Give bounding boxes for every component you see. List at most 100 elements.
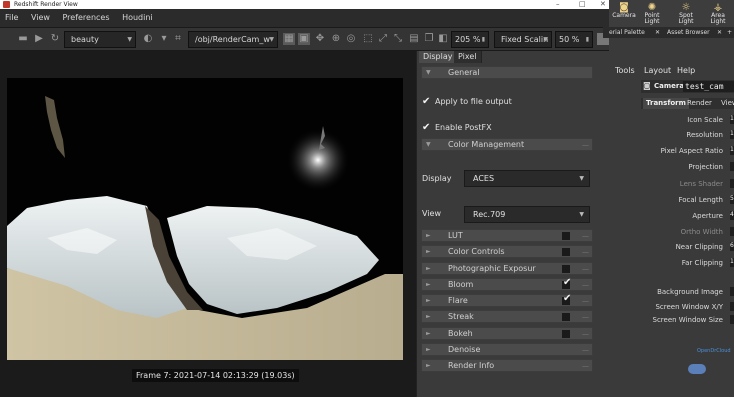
- shelf: ◙ Camera ✺ Point Light ☼ Spot Light ⚶ Area L…: [609, 0, 734, 27]
- param-value-field[interactable]: [730, 162, 734, 171]
- effect-checkbox[interactable]: [562, 313, 570, 321]
- play-icon[interactable]: ▶: [33, 33, 45, 45]
- frame-caption: Frame 7: 2021-07-14 02:13:29 (19.03s): [132, 369, 299, 382]
- param-value-field[interactable]: 5: [730, 195, 734, 204]
- effect-section-denoise[interactable]: ► Denoise —: [421, 343, 593, 356]
- menu-help[interactable]: Help: [677, 66, 695, 75]
- effect-section-streak[interactable]: ► Streak —: [421, 310, 593, 323]
- toolbar: ▬ ▶ ↻ beauty ▼ ◐ ▾ ⌗ /obj/RenderCam_w ▼ ▦ …: [0, 27, 610, 51]
- close-button[interactable]: ✕: [600, 0, 606, 9]
- param-value-field[interactable]: [730, 315, 734, 324]
- tab-display[interactable]: Display: [419, 51, 458, 63]
- menu-view[interactable]: View: [26, 9, 55, 27]
- enable-postfx-label: Enable PostFX: [435, 123, 492, 132]
- apply-file-output-checkbox[interactable]: ✔: [422, 97, 430, 107]
- target-icon[interactable]: ◎: [345, 33, 357, 45]
- compare-icon[interactable]: ◧: [437, 33, 449, 45]
- snapshot-icon[interactable]: ▬: [17, 33, 29, 45]
- move-icon[interactable]: ✥: [314, 33, 326, 45]
- tab-render[interactable]: Render: [687, 98, 712, 109]
- add-tab-icon[interactable]: +: [727, 27, 732, 38]
- tab-view[interactable]: View: [721, 98, 734, 109]
- effect-section-render-info[interactable]: ► Render Info —: [421, 359, 593, 372]
- param-value-field[interactable]: [730, 179, 734, 188]
- effect-checkbox[interactable]: [562, 330, 570, 338]
- scaling-mode-select[interactable]: Fixed Scalin ▼: [494, 31, 552, 48]
- chevron-down-icon: ▼: [579, 175, 584, 182]
- effect-section-photographic-exposur[interactable]: ► Photographic Exposur —: [421, 262, 593, 275]
- menu-layout[interactable]: Layout: [644, 66, 671, 75]
- scaling-percent-field[interactable]: 50 % ▮: [555, 31, 593, 48]
- view-select[interactable]: Rec.709 ▼: [464, 206, 590, 223]
- effect-section-bokeh[interactable]: ► Bokeh —: [421, 327, 593, 340]
- effect-label: Denoise: [448, 345, 481, 354]
- close-icon[interactable]: ✕: [717, 27, 722, 38]
- region-icon[interactable]: ▦: [283, 33, 295, 45]
- camera-path-select[interactable]: /obj/RenderCam_w ▼: [188, 31, 278, 48]
- param-value-field[interactable]: 4: [730, 211, 734, 220]
- channel-icon[interactable]: ◐: [142, 33, 154, 45]
- shelf-camera[interactable]: ◙ Camera: [609, 2, 639, 19]
- param-value-field[interactable]: 6: [730, 242, 734, 251]
- view-label: View: [422, 209, 441, 218]
- display-select[interactable]: ACES ▼: [464, 170, 590, 187]
- color-management-section[interactable]: ▼ Color Management —: [421, 138, 593, 151]
- param-value-field[interactable]: 1: [730, 130, 734, 139]
- expand-icon[interactable]: ⤡: [392, 33, 404, 45]
- spin-icon: ▮: [481, 36, 485, 43]
- scaling-mode-value: Fixed Scalin: [501, 35, 549, 44]
- dropdown-arrow-icon[interactable]: ▾: [158, 33, 170, 45]
- render-viewport[interactable]: Frame 7: 2021-07-14 02:13:29 (19.03s): [0, 51, 416, 397]
- title-bar: Redshift Render View – □ ✕: [0, 0, 610, 9]
- rendered-iceberg-image: [7, 78, 403, 360]
- general-section[interactable]: ▼ General: [421, 66, 593, 79]
- shelf-area-light-label: Area Light: [710, 12, 726, 25]
- shelf-spot-light[interactable]: ☼ Spot Light: [671, 2, 701, 25]
- maximize-button[interactable]: □: [579, 0, 586, 9]
- zoom-field[interactable]: 205 % ▮: [451, 31, 489, 48]
- fit-icon[interactable]: ⤢: [377, 33, 389, 45]
- chevron-down-icon: ▼: [543, 36, 548, 43]
- shelf-area-light[interactable]: ⚶ Area Light: [703, 2, 733, 25]
- aov-select[interactable]: beauty ▼: [64, 31, 136, 48]
- dotted-box-icon[interactable]: ⬚: [362, 33, 374, 45]
- lock-region-icon[interactable]: ▣: [298, 33, 310, 45]
- tab-transform[interactable]: Transform: [643, 98, 689, 109]
- window-title: Redshift Render View: [14, 1, 78, 8]
- param-value-field[interactable]: [730, 287, 734, 296]
- pick-icon[interactable]: ⊕: [330, 33, 342, 45]
- menu-preferences[interactable]: Preferences: [57, 9, 114, 27]
- effect-checkbox[interactable]: [562, 232, 570, 240]
- effect-section-bloom[interactable]: ► Bloom ✔ —: [421, 277, 593, 291]
- menu-tools[interactable]: Tools: [615, 66, 635, 75]
- copy-icon[interactable]: ❐: [423, 33, 435, 45]
- pane-tabs: erial Palette ✕ Asset Browser ✕ +: [603, 27, 734, 38]
- node-name-field[interactable]: test_cam: [683, 81, 734, 92]
- param-value-field[interactable]: [730, 302, 734, 311]
- effect-checkbox[interactable]: [562, 265, 570, 273]
- section-menu-icon: —: [582, 281, 589, 289]
- shelf-point-light[interactable]: ✺ Point Light: [637, 2, 667, 25]
- tab-material-palette[interactable]: erial Palette: [609, 27, 645, 38]
- close-icon[interactable]: ✕: [655, 27, 660, 38]
- tab-asset-browser[interactable]: Asset Browser: [667, 27, 710, 38]
- param-value-field[interactable]: 1: [730, 146, 734, 155]
- minimize-button[interactable]: –: [556, 0, 560, 9]
- enable-postfx-checkbox[interactable]: ✔: [422, 123, 430, 133]
- param-value-field[interactable]: 1: [730, 115, 734, 124]
- param-pixel-aspect-ratio: Pixel Aspect Ratio: [660, 147, 723, 155]
- tab-pixel[interactable]: Pixel: [454, 51, 482, 63]
- layout-icon[interactable]: ▤: [408, 33, 420, 45]
- param-value-field[interactable]: 1: [730, 258, 734, 267]
- param-value-field[interactable]: [730, 227, 734, 236]
- menu-file[interactable]: File: [0, 9, 23, 27]
- refresh-icon[interactable]: ↻: [49, 33, 61, 45]
- param-lens-shader: Lens Shader: [679, 180, 723, 188]
- expand-icon: ►: [426, 330, 431, 337]
- effect-section-lut[interactable]: ► LUT —: [421, 229, 593, 242]
- effect-section-flare[interactable]: ► Flare ✔ —: [421, 293, 593, 307]
- effect-section-color-controls[interactable]: ► Color Controls —: [421, 245, 593, 258]
- menu-houdini[interactable]: Houdini: [117, 9, 158, 27]
- crop-icon[interactable]: ⌗: [172, 33, 184, 45]
- effect-checkbox[interactable]: [562, 248, 570, 256]
